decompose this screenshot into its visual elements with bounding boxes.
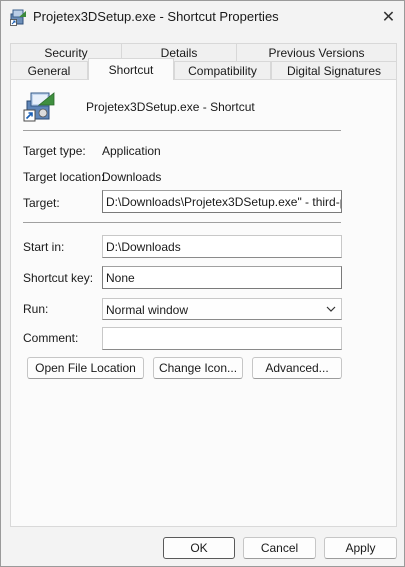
target-type-value: Application: [102, 144, 161, 158]
close-icon: ✕: [381, 9, 396, 26]
installer-shortcut-icon: [10, 9, 26, 26]
shortcut-key-field[interactable]: None: [102, 266, 342, 289]
tab-label: Security: [44, 45, 88, 60]
open-file-location-button[interactable]: Open File Location: [27, 357, 144, 379]
target-type-label: Target type:: [23, 144, 86, 158]
comment-label: Comment:: [23, 331, 79, 345]
tab-digital-signatures[interactable]: Digital Signatures: [271, 61, 397, 80]
tab-label: Compatibility: [188, 63, 257, 78]
run-selected-value: Normal window: [106, 303, 189, 317]
comment-field[interactable]: [102, 327, 342, 350]
window-title: Projetex3DSetup.exe - Shortcut Propertie…: [33, 9, 279, 24]
tab-label: Previous Versions: [268, 45, 365, 60]
tab-general[interactable]: General: [10, 61, 88, 80]
start-in-label: Start in:: [23, 240, 65, 254]
shortcut-name: Projetex3DSetup.exe - Shortcut: [86, 100, 255, 114]
shortcut-key-label: Shortcut key:: [23, 271, 94, 285]
target-location-value: Downloads: [102, 170, 162, 184]
target-location-label: Target location:: [23, 170, 105, 184]
target-field[interactable]: D:\Downloads\Projetex3DSetup.exe" - thir…: [102, 190, 342, 213]
tab-previous-versions[interactable]: Previous Versions: [236, 43, 397, 62]
run-dropdown[interactable]: Normal window: [102, 298, 342, 320]
start-in-field[interactable]: D:\Downloads: [102, 235, 342, 258]
tab-label: General: [27, 63, 71, 78]
title-bar: Projetex3DSetup.exe - Shortcut Propertie…: [1, 1, 404, 33]
tab-shortcut[interactable]: Shortcut: [88, 58, 174, 80]
change-icon-button[interactable]: Change Icon...: [153, 357, 243, 379]
installer-shortcut-icon: [23, 92, 55, 122]
cancel-button[interactable]: Cancel: [243, 537, 316, 559]
tab-compatibility[interactable]: Compatibility: [174, 61, 271, 80]
ok-button[interactable]: OK: [163, 537, 235, 559]
advanced-button[interactable]: Advanced...: [252, 357, 342, 379]
separator: [23, 130, 341, 131]
apply-button[interactable]: Apply: [324, 537, 397, 559]
run-label: Run:: [23, 302, 49, 316]
tab-label: Shortcut: [108, 62, 154, 77]
close-button[interactable]: ✕: [373, 1, 404, 33]
chevron-down-icon: [326, 306, 336, 312]
properties-dialog: Projetex3DSetup.exe - Shortcut Propertie…: [0, 0, 405, 567]
tab-label: Digital Signatures: [286, 63, 382, 78]
separator: [23, 222, 341, 223]
target-label: Target:: [23, 196, 60, 210]
